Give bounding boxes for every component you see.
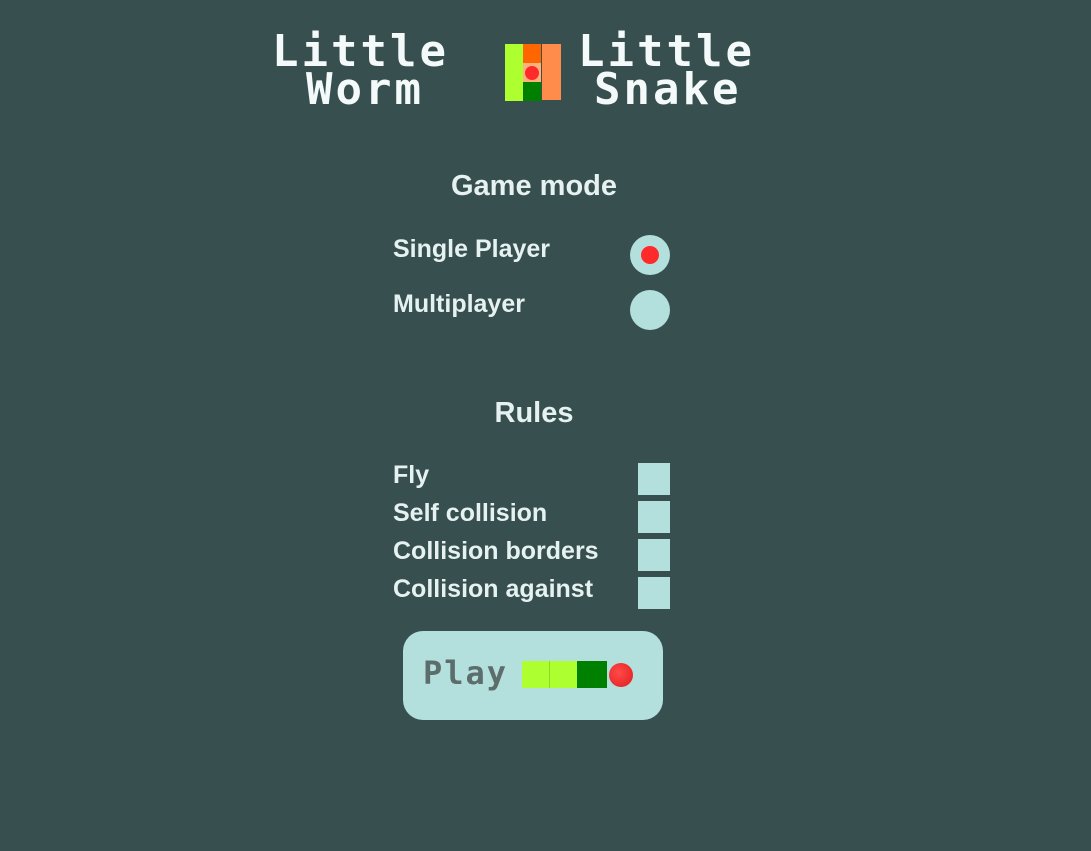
game-menu: Little Worm Little Snake Game mode Singl… xyxy=(0,0,1091,851)
snake-logo-icon xyxy=(505,44,561,101)
logo-cell xyxy=(505,44,523,63)
collision-against-label: Collision against xyxy=(393,575,594,603)
logo-cell xyxy=(523,44,541,63)
collision-borders-checkbox[interactable] xyxy=(638,539,670,571)
snake-icon-head xyxy=(577,661,607,688)
fly-label: Fly xyxy=(393,461,430,489)
game-mode-heading: Game mode xyxy=(451,170,617,202)
self-collision-label: Self collision xyxy=(393,499,548,527)
logo-cell xyxy=(542,44,561,100)
title-worm: Worm xyxy=(306,64,424,115)
multiplayer-label: Multiplayer xyxy=(393,290,525,318)
collision-against-checkbox[interactable] xyxy=(638,577,670,609)
single-player-label: Single Player xyxy=(393,235,551,263)
play-label: Play xyxy=(423,654,509,692)
logo-cell xyxy=(505,82,523,101)
snake-icon-segment xyxy=(549,661,577,688)
apple-icon xyxy=(609,663,633,687)
collision-borders-label: Collision borders xyxy=(393,537,599,565)
play-button[interactable]: Play xyxy=(403,631,663,720)
single-player-radio[interactable] xyxy=(630,235,670,275)
logo-cell xyxy=(505,63,523,82)
rules-heading: Rules xyxy=(494,397,574,429)
snake-icon-segment xyxy=(522,661,549,688)
logo-cell xyxy=(523,82,541,101)
multiplayer-radio[interactable] xyxy=(630,290,670,330)
self-collision-checkbox[interactable] xyxy=(638,501,670,533)
logo-apple xyxy=(525,66,539,80)
fly-checkbox[interactable] xyxy=(638,463,670,495)
radio-selected-dot xyxy=(641,246,659,264)
title-snake: Snake xyxy=(594,64,742,115)
